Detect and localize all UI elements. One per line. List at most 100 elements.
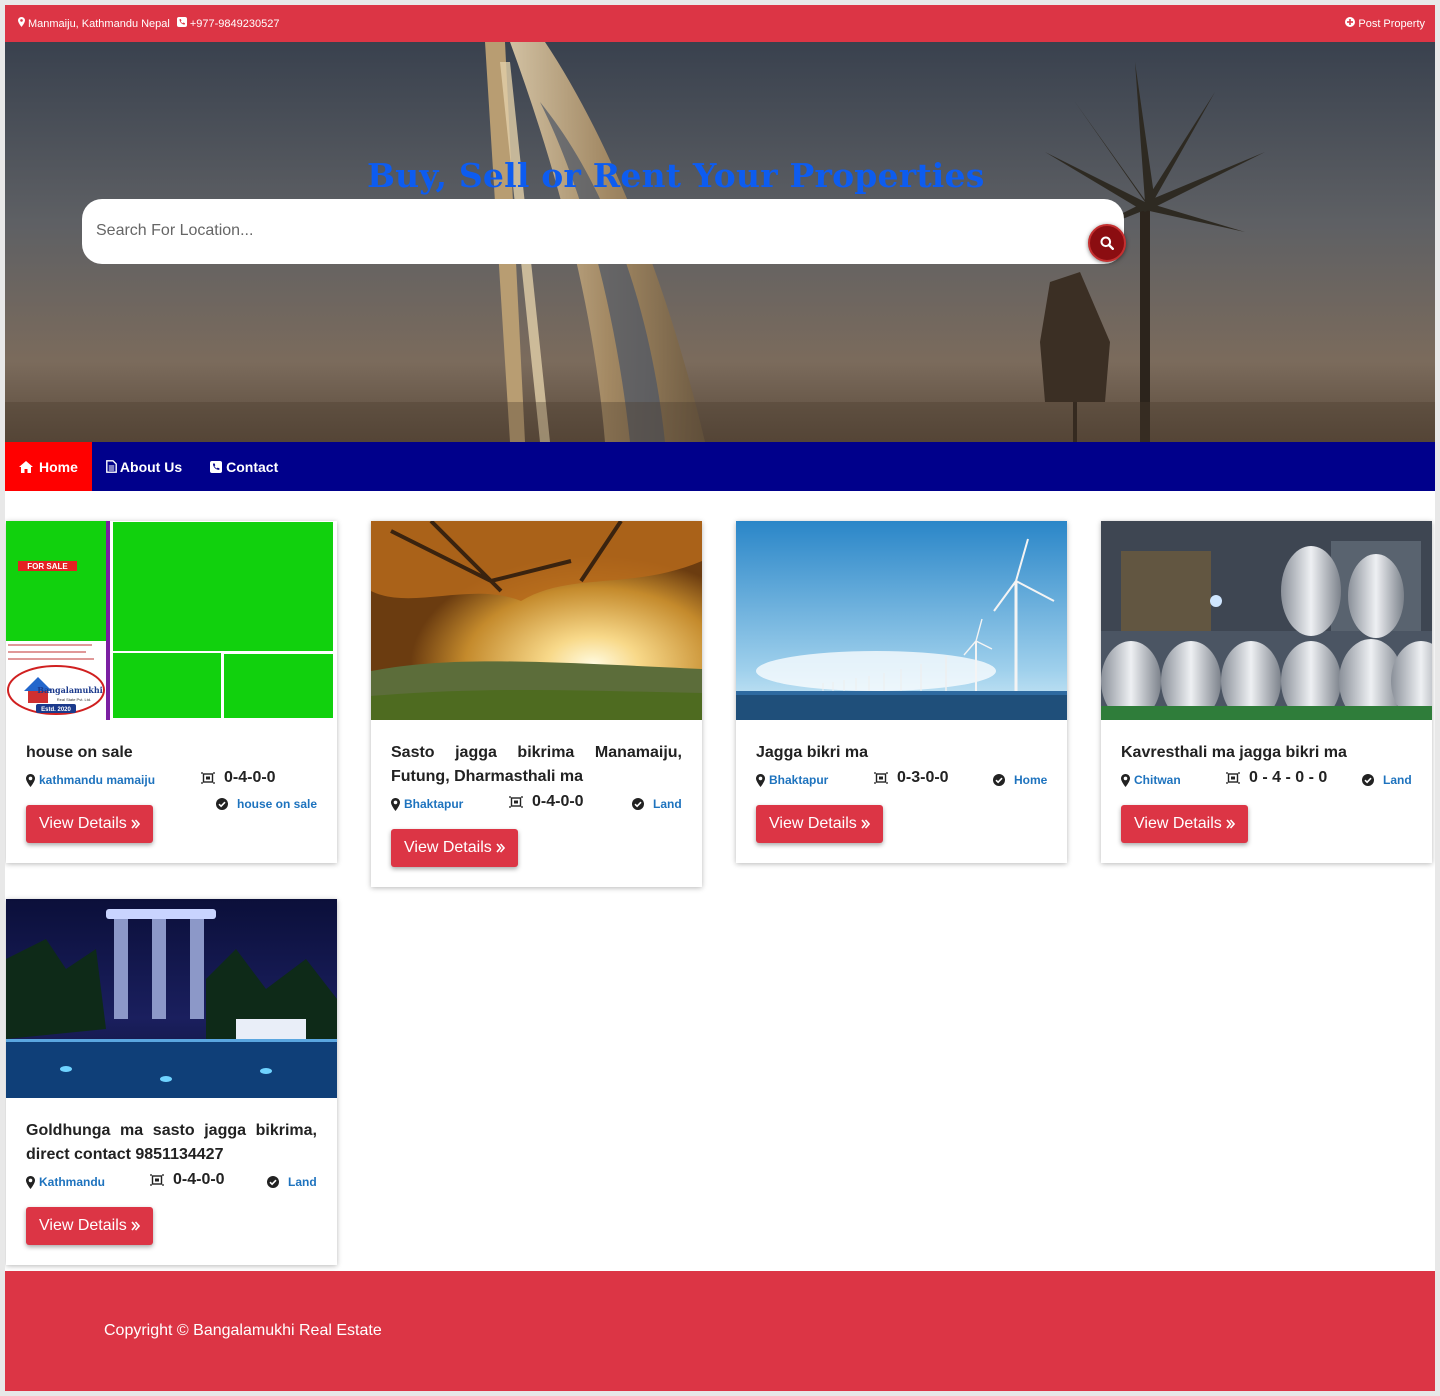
search-icon <box>1100 236 1114 250</box>
view-details-button[interactable]: View Details <box>1121 805 1248 843</box>
area-ruler-icon <box>201 772 215 784</box>
map-marker-icon <box>756 773 765 787</box>
phone-icon <box>176 17 187 30</box>
map-marker-icon <box>26 773 35 787</box>
check-circle-icon <box>993 774 1005 786</box>
view-details-button[interactable]: View Details <box>26 1207 153 1245</box>
listing-category-label: Home <box>1014 773 1048 787</box>
listing-meta: Kathmandu 0-4-0-0 Land <box>26 1171 317 1193</box>
listing-card: Goldhunga ma sasto jagga bikrima, direct… <box>6 899 337 1265</box>
listing-category[interactable]: Land <box>267 1175 317 1189</box>
listing-location[interactable]: Chitwan <box>1121 773 1181 787</box>
listing-location-label: kathmandu mamaiju <box>39 773 156 787</box>
listing-card: Kavresthali ma jagga bikri ma Chitwan 0 … <box>1101 521 1432 863</box>
listing-meta: Bhaktapur 0-3-0-0 Home <box>756 769 1047 791</box>
listing-area: 0 - 4 - 0 - 0 <box>1226 769 1327 787</box>
post-property-link[interactable]: Post Property <box>1345 17 1425 30</box>
listing-category-label: Land <box>1383 773 1412 787</box>
view-details-button[interactable]: View Details <box>26 805 153 843</box>
listing-location-label: Bhaktapur <box>769 773 829 787</box>
listing-category[interactable]: Land <box>632 797 682 811</box>
listing-location-label: Bhaktapur <box>404 797 464 811</box>
double-chevron-right-icon <box>131 819 140 829</box>
listing-category-label: Land <box>653 797 682 811</box>
check-circle-icon <box>216 798 228 810</box>
listing-title[interactable]: Jagga bikri ma <box>756 741 1047 765</box>
nav-item-about[interactable]: About Us <box>92 442 196 491</box>
map-marker-icon <box>18 17 25 30</box>
check-circle-icon <box>1362 774 1374 786</box>
listing-card: Sasto jagga bikrima Manamaiju, Futung, D… <box>371 521 702 887</box>
home-icon <box>19 460 33 473</box>
phone-square-icon <box>210 460 223 473</box>
view-details-label: View Details <box>39 815 127 832</box>
contact-info: Manmaiju, Kathmandu Nepal +977-984923052… <box>18 17 279 30</box>
view-details-button[interactable]: View Details <box>391 829 518 867</box>
listing-location[interactable]: Kathmandu <box>26 1175 105 1189</box>
map-marker-icon <box>391 797 400 811</box>
area-ruler-icon <box>150 1174 164 1186</box>
area-ruler-icon <box>1226 772 1240 784</box>
listing-image[interactable]: FOR SALE Bangalamukhi Real State Pvt. Lt… <box>6 521 337 720</box>
listing-title[interactable]: Sasto jagga bikrima Manamaiju, Futung, D… <box>391 741 682 789</box>
listing-meta: kathmandu mamaiju 0-4-0-0 house on sale <box>26 769 317 811</box>
search-bar <box>82 199 1126 264</box>
listing-area: 0-3-0-0 <box>874 769 949 787</box>
check-circle-icon <box>267 1176 279 1188</box>
listing-card: Jagga bikri ma Bhaktapur 0-3-0-0 Home Vi… <box>736 521 1067 863</box>
listing-category[interactable]: Land <box>1362 773 1412 787</box>
listing-category[interactable]: house on sale <box>216 797 317 811</box>
listing-location[interactable]: Bhaktapur <box>756 773 828 787</box>
listing-image[interactable] <box>6 899 337 1098</box>
view-details-label: View Details <box>1134 815 1222 832</box>
area-ruler-icon <box>509 796 523 808</box>
listing-image[interactable] <box>1101 521 1432 720</box>
page: Manmaiju, Kathmandu Nepal +977-984923052… <box>5 5 1435 1391</box>
address-text: Manmaiju, Kathmandu Nepal <box>28 17 170 30</box>
nav-item-home-label: Home <box>39 458 78 475</box>
listing-area: 0-4-0-0 <box>201 769 276 787</box>
search-input[interactable] <box>96 219 996 243</box>
listing-location[interactable]: Bhaktapur <box>391 797 463 811</box>
listing-card: FOR SALE Bangalamukhi Real State Pvt. Lt… <box>6 521 337 863</box>
svg-text:Real State Pvt. Ltd.: Real State Pvt. Ltd. <box>57 697 91 702</box>
listing-area-value: 0-4-0-0 <box>173 1171 225 1188</box>
listing-category-label: house on sale <box>237 797 318 811</box>
listing-image[interactable] <box>736 521 1067 720</box>
double-chevron-right-icon <box>496 843 505 853</box>
listing-meta: Chitwan 0 - 4 - 0 - 0 Land <box>1121 769 1412 791</box>
listing-category[interactable]: Home <box>993 773 1047 787</box>
top-bar: Manmaiju, Kathmandu Nepal +977-984923052… <box>5 5 1435 42</box>
check-circle-icon <box>632 798 644 810</box>
listing-category-label: Land <box>288 1175 317 1189</box>
listing-title[interactable]: Goldhunga ma sasto jagga bikrima, direct… <box>26 1119 317 1167</box>
listing-location[interactable]: kathmandu mamaiju <box>26 773 155 787</box>
double-chevron-right-icon <box>131 1221 140 1231</box>
view-details-label: View Details <box>769 815 857 832</box>
hero-banner: Buy, Sell or Rent Your Properties <box>5 42 1435 442</box>
listing-location-label: Kathmandu <box>39 1175 105 1189</box>
nav-item-home[interactable]: Home <box>5 442 92 491</box>
phone-link[interactable]: +977-9849230527 <box>190 18 280 30</box>
listing-image[interactable] <box>371 521 702 720</box>
view-details-button[interactable]: View Details <box>756 805 883 843</box>
listing-area-value: 0-3-0-0 <box>897 769 949 786</box>
listing-area: 0-4-0-0 <box>150 1171 225 1189</box>
main-nav: Home About Us Contact <box>5 442 1435 491</box>
listing-area: 0-4-0-0 <box>509 793 584 811</box>
listing-title[interactable]: house on sale <box>26 741 317 765</box>
double-chevron-right-icon <box>861 819 870 829</box>
nav-item-contact-label: Contact <box>226 458 279 475</box>
listing-meta: Bhaktapur 0-4-0-0 Land <box>391 793 682 815</box>
area-ruler-icon <box>874 772 888 784</box>
svg-text:FOR SALE: FOR SALE <box>27 562 68 571</box>
hero-title: Buy, Sell or Rent Your Properties <box>367 156 985 195</box>
plus-circle-icon <box>1345 17 1356 30</box>
search-button[interactable] <box>1088 224 1126 262</box>
map-marker-icon <box>1121 773 1130 787</box>
listing-area-value: 0-4-0-0 <box>532 793 584 810</box>
listing-title[interactable]: Kavresthali ma jagga bikri ma <box>1121 741 1412 765</box>
view-details-label: View Details <box>404 839 492 856</box>
listing-location-label: Chitwan <box>1134 773 1181 787</box>
nav-item-contact[interactable]: Contact <box>196 442 292 491</box>
